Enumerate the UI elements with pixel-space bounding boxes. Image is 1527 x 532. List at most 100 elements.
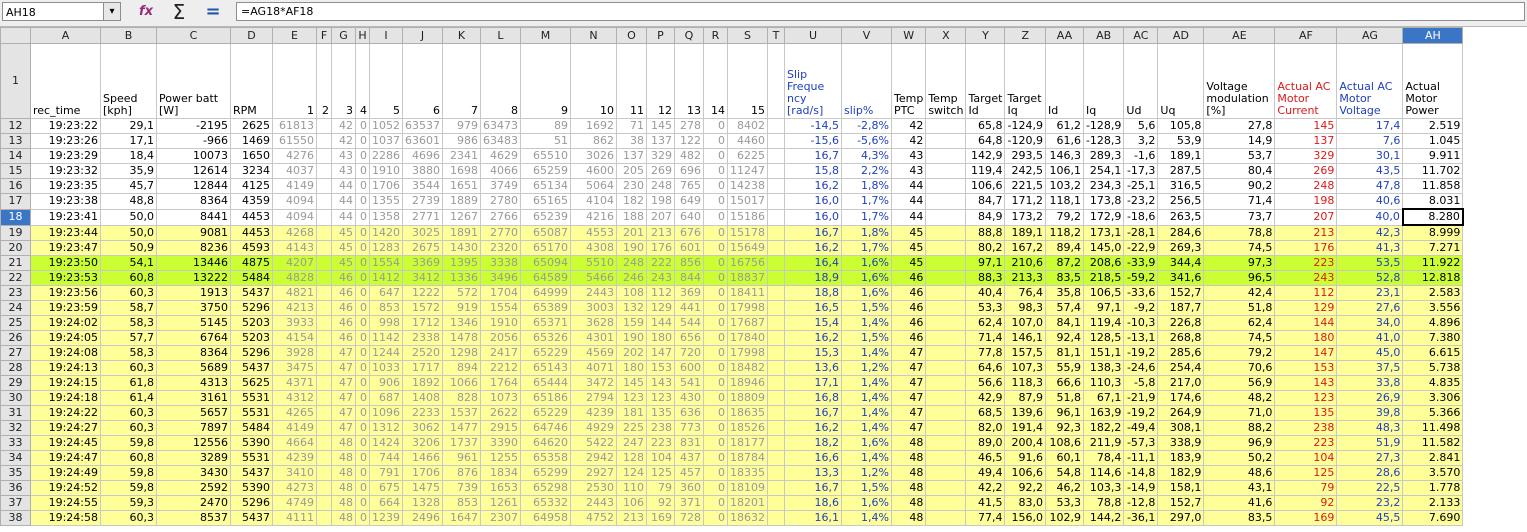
- cell-h[interactable]: 0: [355, 118, 370, 134]
- cell-aa[interactable]: 60,1: [1044, 450, 1084, 466]
- cell-ae[interactable]: 53,7: [1203, 148, 1276, 164]
- cell-l[interactable]: 1073: [480, 390, 521, 406]
- cell-r[interactable]: 0: [703, 450, 728, 466]
- cell-u[interactable]: 16,7: [784, 148, 842, 164]
- cell-l[interactable]: 3496: [480, 270, 521, 286]
- cell-a[interactable]: 19:24:22: [30, 405, 101, 421]
- cell-ag[interactable]: 27,6: [1336, 300, 1404, 316]
- cell-a[interactable]: 19:24:15: [30, 375, 101, 391]
- cell-c[interactable]: 12844: [156, 178, 231, 194]
- header-cell-ad[interactable]: Uq: [1157, 43, 1205, 119]
- cell-ag[interactable]: 17,4: [1336, 118, 1404, 134]
- cell-u[interactable]: 16,2: [784, 178, 842, 194]
- cell-ae[interactable]: 56,9: [1203, 375, 1276, 391]
- cell-t[interactable]: [767, 375, 785, 391]
- cell-w[interactable]: 44: [890, 208, 927, 226]
- cell-ad[interactable]: 174,6: [1157, 390, 1205, 406]
- cell-ad[interactable]: 152,7: [1157, 495, 1205, 511]
- cell-n[interactable]: 5422: [570, 435, 617, 451]
- cell-m[interactable]: 65259: [520, 163, 571, 179]
- cell-k[interactable]: 1647: [442, 510, 481, 526]
- cell-l[interactable]: 2770: [480, 224, 521, 241]
- cell-x[interactable]: [925, 163, 967, 179]
- cell-o[interactable]: 246: [616, 270, 647, 286]
- cell-i[interactable]: 687: [369, 390, 403, 406]
- cell-y[interactable]: 97,1: [965, 255, 1006, 271]
- cell-q[interactable]: 441: [674, 300, 704, 316]
- cell-d[interactable]: 4453: [230, 208, 273, 226]
- cell-p[interactable]: 79: [646, 480, 675, 496]
- column-header-q[interactable]: Q: [674, 27, 704, 44]
- cell-ah[interactable]: 9.911: [1402, 148, 1464, 164]
- cell-j[interactable]: 1408: [402, 390, 443, 406]
- cell-ac[interactable]: -14,9: [1123, 480, 1159, 496]
- cell-v[interactable]: 1,7%: [841, 240, 892, 256]
- cell-aa[interactable]: 106,1: [1044, 163, 1084, 179]
- cell-j[interactable]: 2771: [402, 208, 443, 226]
- cell-d[interactable]: 4593: [230, 240, 273, 256]
- cell-z[interactable]: -124,9: [1004, 118, 1046, 134]
- cell-i[interactable]: 1037: [369, 133, 403, 149]
- cell-h[interactable]: 0: [355, 193, 370, 210]
- cell-y[interactable]: 41,5: [965, 495, 1006, 511]
- cell-ab[interactable]: 110,3: [1082, 375, 1125, 391]
- cell-o[interactable]: 71: [616, 118, 647, 134]
- cell-z[interactable]: 189,1: [1004, 224, 1046, 241]
- cell-f[interactable]: [316, 285, 332, 301]
- cell-ag[interactable]: 33,8: [1336, 375, 1404, 391]
- cell-v[interactable]: 1,5%: [841, 300, 892, 316]
- cell-f[interactable]: [316, 480, 332, 496]
- cell-ab[interactable]: 67,1: [1082, 390, 1125, 406]
- cell-k[interactable]: 1478: [442, 330, 481, 346]
- cell-v[interactable]: 1,4%: [841, 450, 892, 466]
- cell-t[interactable]: [767, 300, 785, 316]
- cell-ab[interactable]: 103,3: [1082, 480, 1125, 496]
- cell-w[interactable]: 47: [890, 405, 927, 421]
- cell-ah[interactable]: 8.031: [1402, 193, 1464, 210]
- cell-ad[interactable]: 344,4: [1157, 255, 1205, 271]
- cell-ag[interactable]: 34,0: [1336, 315, 1404, 331]
- cell-j[interactable]: 1222: [402, 285, 443, 301]
- cell-v[interactable]: 1,8%: [841, 224, 892, 241]
- cell-p[interactable]: 129: [646, 300, 675, 316]
- cell-ae[interactable]: 88,2: [1203, 420, 1276, 436]
- cell-y[interactable]: 84,9: [965, 208, 1006, 226]
- cell-m[interactable]: 65229: [520, 345, 571, 361]
- row-header[interactable]: 21: [0, 255, 31, 271]
- header-cell-aa[interactable]: Id: [1044, 43, 1084, 119]
- cell-g[interactable]: 45: [331, 224, 356, 241]
- cell-aa[interactable]: 96,1: [1044, 405, 1084, 421]
- cell-ae[interactable]: 42,4: [1203, 285, 1276, 301]
- cell-k[interactable]: 1891: [442, 224, 481, 241]
- cell-d[interactable]: 5390: [230, 435, 273, 451]
- cell-l[interactable]: 3338: [480, 255, 521, 271]
- cell-af[interactable]: 144: [1274, 315, 1338, 331]
- cell-ad[interactable]: 105,8: [1157, 118, 1205, 134]
- cell-g[interactable]: 47: [331, 375, 356, 391]
- cell-u[interactable]: 13,6: [784, 360, 842, 376]
- cell-ae[interactable]: 71,4: [1203, 193, 1276, 210]
- cell-q[interactable]: 765: [674, 178, 704, 194]
- cell-n[interactable]: 3026: [570, 148, 617, 164]
- cell-ah[interactable]: 11.498: [1402, 420, 1464, 436]
- cell-t[interactable]: [767, 435, 785, 451]
- cell-n[interactable]: 5466: [570, 270, 617, 286]
- cell-ac[interactable]: -57,3: [1123, 435, 1159, 451]
- cell-k[interactable]: 828: [442, 390, 481, 406]
- cell-ah[interactable]: 12.818: [1402, 270, 1464, 286]
- cell-e[interactable]: 4664: [272, 435, 317, 451]
- cell-s[interactable]: 4460: [727, 133, 768, 149]
- cell-ac[interactable]: -13,1: [1123, 330, 1159, 346]
- header-cell-z[interactable]: Target Iq: [1004, 43, 1046, 119]
- header-cell-q[interactable]: 13: [674, 43, 704, 119]
- cell-b[interactable]: 58,3: [100, 315, 157, 331]
- cell-k[interactable]: 1066: [442, 375, 481, 391]
- cell-l[interactable]: 1704: [480, 285, 521, 301]
- row-header[interactable]: 19: [0, 224, 31, 241]
- cell-w[interactable]: 48: [890, 510, 927, 526]
- cell-ah[interactable]: 8.280: [1401, 208, 1464, 226]
- cell-j[interactable]: 3880: [402, 163, 443, 179]
- cell-k[interactable]: 961: [442, 450, 481, 466]
- cell-p[interactable]: 213: [646, 224, 675, 241]
- cell-ad[interactable]: 217,0: [1157, 375, 1205, 391]
